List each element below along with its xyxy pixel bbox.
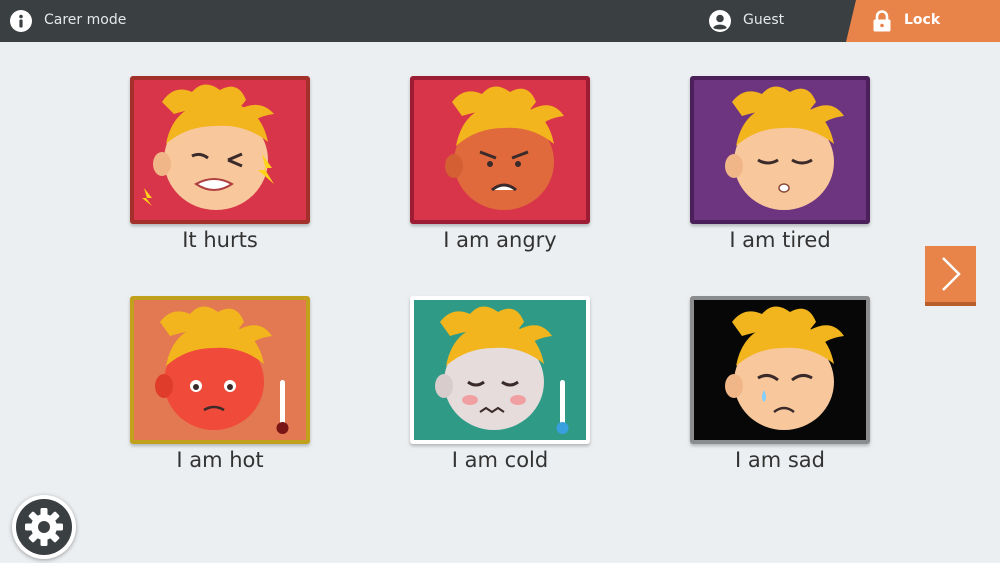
lock-icon [872,10,892,32]
sad-child-icon [690,296,870,444]
settings-button[interactable] [12,495,76,559]
lock-button[interactable]: Lock [846,0,1000,42]
tired-child-icon [690,76,870,224]
card-label: I am cold [451,448,549,472]
top-bar: Carer mode Guest Lock [0,0,1000,42]
user-name-label: Guest [743,12,785,28]
cold-child-icon [410,296,590,444]
card-i-am-cold[interactable]: I am cold [410,296,590,472]
card-it-hurts[interactable]: It hurts [130,76,310,252]
lock-button-label: Lock [904,12,941,28]
card-i-am-angry[interactable]: I am angry [410,76,590,252]
carer-mode-label[interactable]: Carer mode [44,12,126,28]
user-icon [709,10,731,32]
hot-child-icon [130,296,310,444]
card-i-am-tired[interactable]: I am tired [690,76,870,252]
angry-child-icon [410,76,590,224]
card-label: I am tired [729,228,831,252]
hurting-child-icon [130,76,310,224]
card-label: I am hot [176,448,264,472]
info-icon[interactable] [10,10,32,32]
gear-icon [16,499,72,555]
card-label: It hurts [182,228,258,252]
chevron-right-icon [942,257,961,291]
card-i-am-sad[interactable]: I am sad [690,296,870,472]
next-page-button[interactable] [925,246,976,306]
card-label: I am sad [734,448,825,472]
card-label: I am angry [443,228,557,252]
card-i-am-hot[interactable]: I am hot [130,296,310,472]
